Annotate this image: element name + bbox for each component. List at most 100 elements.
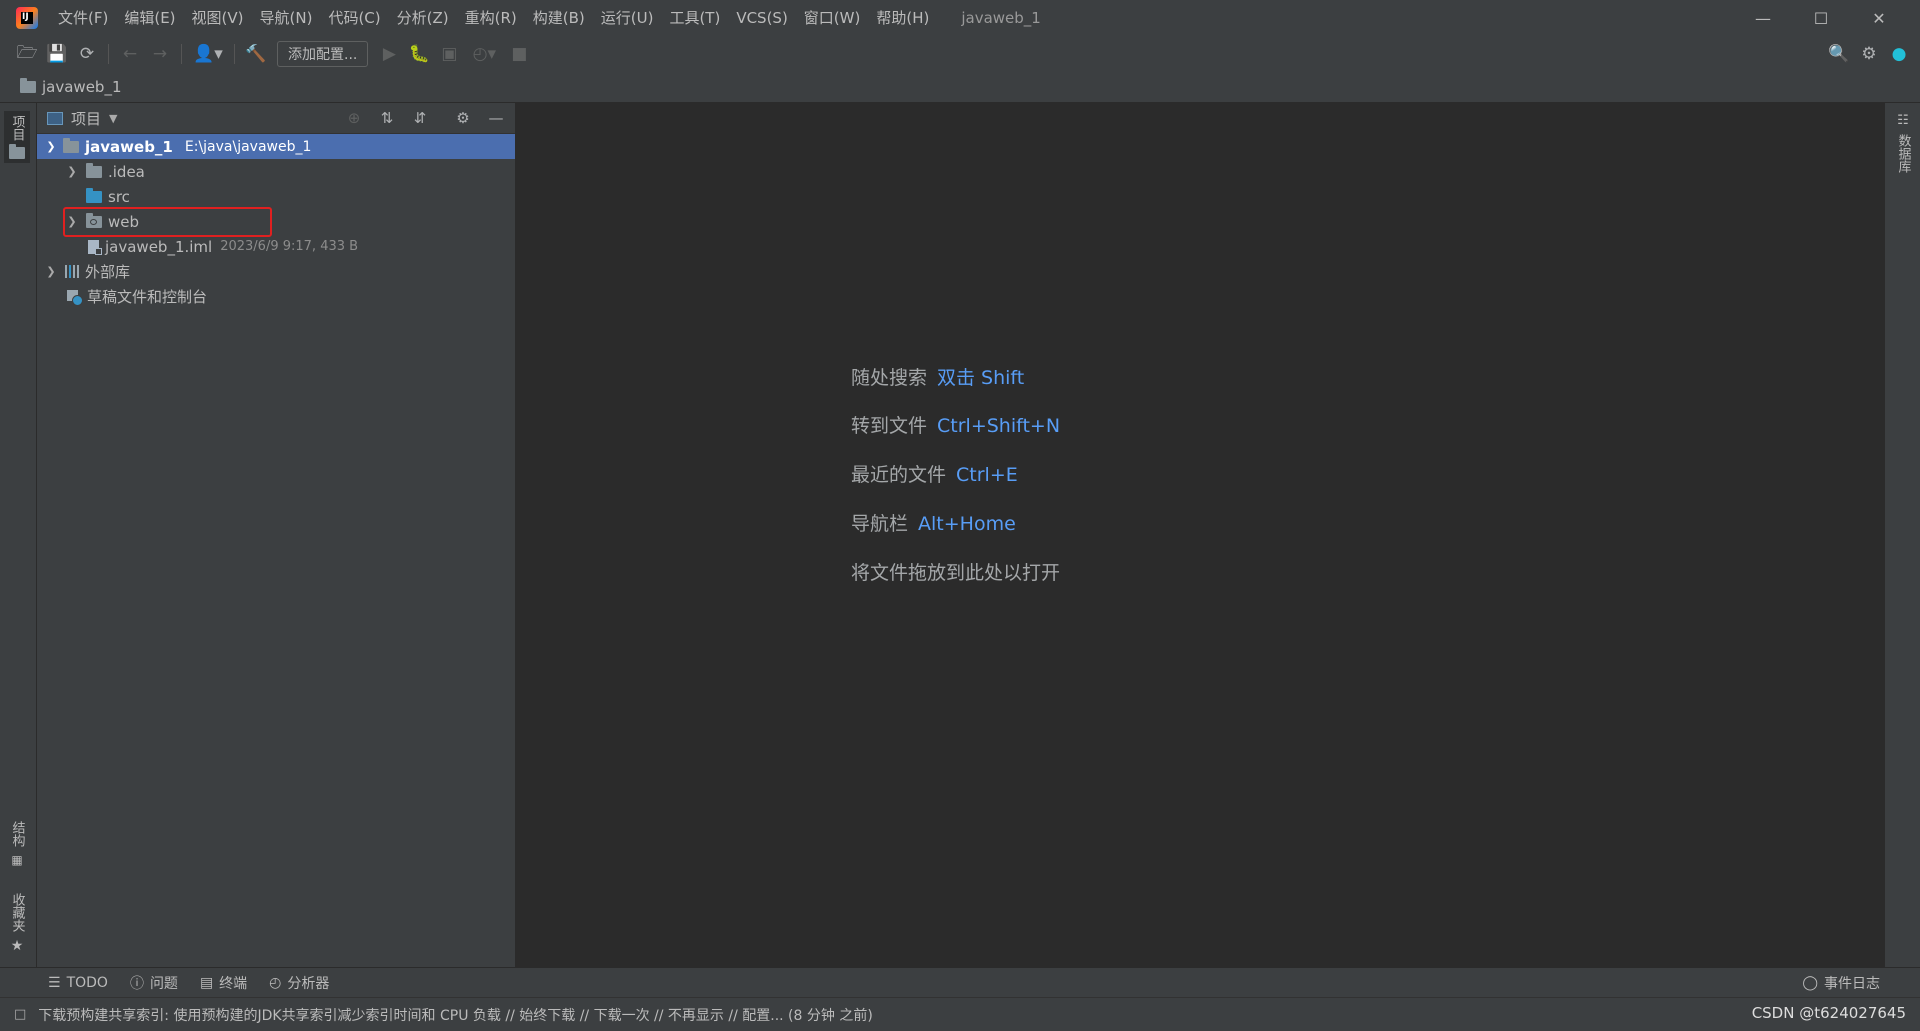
menu-refactor[interactable]: 重构(R) — [457, 0, 525, 36]
terminal-tab[interactable]: ▤ 终端 — [200, 973, 247, 993]
menu-code[interactable]: 代码(C) — [320, 0, 388, 36]
maximize-icon[interactable]: ☐ — [1792, 0, 1850, 36]
toggle-tool-windows-icon[interactable]: □ — [14, 1007, 26, 1022]
open-folder-icon[interactable]: 🗁 — [12, 39, 42, 69]
problems-tab-label: 问题 — [149, 976, 178, 992]
project-folder-icon — [20, 78, 36, 93]
list-icon: ☰ — [48, 975, 61, 991]
tree-item-src[interactable]: src — [37, 184, 515, 209]
left-tool-strip: 项目 结构 ▦ 收藏夹 ★ — [0, 103, 37, 967]
menu-navigate[interactable]: 导航(N) — [252, 0, 321, 36]
back-arrow-icon[interactable]: ← — [115, 39, 145, 69]
tree-item-iml[interactable]: javaweb_1.iml 2023/6/9 9:17, 433 B — [37, 234, 515, 259]
add-configuration-button[interactable]: 添加配置... — [277, 41, 369, 67]
terminal-tab-label: 终端 — [219, 976, 248, 992]
module-file-icon — [88, 239, 102, 255]
locate-target-icon[interactable]: ⊕ — [341, 106, 367, 130]
window-title: javaweb_1 — [961, 9, 1041, 27]
editor-empty-area[interactable]: 随处搜索 双击 Shift 转到文件 Ctrl+Shift+N 最近的文件 Ctrl+… — [516, 103, 1884, 967]
chevron-down-icon[interactable]: ▼ — [109, 112, 117, 125]
project-view-icon — [47, 111, 63, 125]
menu-build[interactable]: 构建(B) — [525, 0, 593, 36]
project-view-selector[interactable]: 项目 — [71, 108, 101, 129]
main-toolbar: 🗁 💾 ⟳ ← → 👤▾ 🔨 添加配置... ▶ 🐛 ▣ ◴▾ ■ 🔍 ⚙ ● — [0, 36, 1920, 73]
chevron-right-icon[interactable]: ❯ — [43, 265, 59, 278]
tree-item-label: 草稿文件和控制台 — [87, 288, 208, 306]
problems-tab[interactable]: ⓘ 问题 — [130, 973, 178, 993]
event-log-icon: ◯ — [1802, 975, 1818, 991]
hint-label: 转到文件 — [851, 415, 928, 437]
todo-tab[interactable]: ☰ TODO — [48, 975, 108, 991]
annotation-highlight-box — [63, 207, 272, 237]
stop-icon[interactable]: ■ — [504, 39, 534, 69]
code-with-me-icon[interactable]: ● — [1884, 39, 1914, 69]
intellij-logo-icon[interactable]: IJ — [16, 7, 38, 29]
file-meta: 2023/6/9 9:17, 433 B — [220, 239, 359, 254]
event-log-tab[interactable]: ◯ 事件日志 — [1802, 973, 1880, 993]
hint-navigation-bar: 导航栏 Alt+Home — [851, 509, 1016, 536]
tree-item-project-root[interactable]: ❯ javaweb_1 E:\java\javaweb_1 — [37, 134, 515, 159]
project-tool-tab[interactable]: 项目 — [4, 111, 30, 163]
expand-all-icon[interactable]: ⇅ — [374, 106, 400, 130]
run-icon[interactable]: ▶ — [374, 39, 404, 69]
status-message[interactable]: 下载预构建共享索引: 使用预构建的JDK共享索引减少索引时间和 CPU 负载 /… — [38, 1005, 873, 1025]
menu-window[interactable]: 窗口(W) — [796, 0, 869, 36]
profiler-icon: ◴ — [269, 975, 282, 991]
structure-tool-tab[interactable]: 结构 ▦ — [4, 821, 30, 867]
tree-item-label: 外部库 — [85, 263, 131, 281]
hint-drop-files: 将文件拖放到此处以打开 — [851, 558, 1060, 585]
save-all-icon[interactable]: 💾 — [42, 39, 72, 69]
project-folder-icon — [9, 144, 25, 159]
todo-tab-label: TODO — [66, 975, 108, 991]
collapse-all-icon[interactable]: ⇵ — [407, 106, 433, 130]
minimize-icon[interactable]: — — [1734, 0, 1792, 36]
chevron-down-icon[interactable]: ❯ — [43, 140, 59, 153]
tree-item-label: javaweb_1.iml — [105, 237, 213, 256]
menu-edit[interactable]: 编辑(E) — [116, 0, 183, 36]
event-log-label: 事件日志 — [1824, 976, 1880, 992]
chevron-right-icon[interactable]: ❯ — [64, 165, 80, 178]
settings-gear-icon[interactable]: ⚙ — [1854, 39, 1884, 69]
profile-dropdown-icon[interactable]: ◴▾ — [464, 39, 504, 69]
menu-view[interactable]: 视图(V) — [184, 0, 252, 36]
search-icon[interactable]: 🔍 — [1824, 39, 1854, 69]
hide-panel-icon[interactable]: — — [483, 106, 509, 130]
bottom-tool-bar: ☰ TODO ⓘ 问题 ▤ 终端 ◴ 分析器 ◯ 事件日志 — [0, 967, 1920, 998]
menu-tools[interactable]: 工具(T) — [661, 0, 728, 36]
hint-shortcut: Alt+Home — [918, 513, 1016, 535]
breadcrumb[interactable]: javaweb_1 — [20, 78, 122, 96]
project-root-path: E:\java\javaweb_1 — [184, 138, 312, 155]
module-folder-icon — [63, 137, 79, 153]
tree-item-scratches[interactable]: 草稿文件和控制台 — [37, 284, 515, 309]
menu-help[interactable]: 帮助(H) — [868, 0, 937, 36]
tree-item-idea[interactable]: ❯ .idea — [37, 159, 515, 184]
profiler-tab[interactable]: ◴ 分析器 — [269, 973, 329, 993]
toolbar-divider — [234, 44, 235, 64]
debug-icon[interactable]: 🐛 — [404, 39, 434, 69]
database-icon: ☷ — [1895, 113, 1911, 128]
close-icon[interactable]: ✕ — [1850, 0, 1908, 36]
menu-analyze[interactable]: 分析(Z) — [389, 0, 457, 36]
menu-vcs[interactable]: VCS(S) — [728, 0, 795, 36]
tree-item-external-libraries[interactable]: ❯ 外部库 — [37, 259, 515, 284]
favorites-tool-tab-label: 收藏夹 — [9, 893, 25, 932]
hint-search-everywhere: 随处搜索 双击 Shift — [851, 363, 1024, 390]
build-hammer-icon[interactable]: 🔨 — [241, 39, 271, 69]
menu-run[interactable]: 运行(U) — [593, 0, 662, 36]
hint-shortcut: 双击 Shift — [937, 367, 1025, 389]
hint-label: 导航栏 — [851, 513, 909, 535]
breadcrumb-project[interactable]: javaweb_1 — [42, 78, 122, 96]
favorites-tool-tab[interactable]: 收藏夹 ★ — [4, 893, 30, 954]
tree-item-label: src — [108, 187, 130, 206]
forward-arrow-icon[interactable]: → — [145, 39, 175, 69]
database-tool-tab[interactable]: ☷ 数据库 — [1890, 113, 1916, 173]
profiler-tab-label: 分析器 — [287, 976, 330, 992]
menu-file[interactable]: 文件(F) — [50, 0, 116, 36]
navigation-bar: javaweb_1 — [0, 72, 1920, 103]
sync-icon[interactable]: ⟳ — [72, 39, 102, 69]
panel-settings-gear-icon[interactable]: ⚙ — [450, 106, 476, 130]
coverage-icon[interactable]: ▣ — [434, 39, 464, 69]
structure-icon: ▦ — [10, 853, 24, 867]
vcs-user-dropdown-icon[interactable]: 👤▾ — [188, 39, 228, 69]
terminal-icon: ▤ — [199, 975, 214, 991]
